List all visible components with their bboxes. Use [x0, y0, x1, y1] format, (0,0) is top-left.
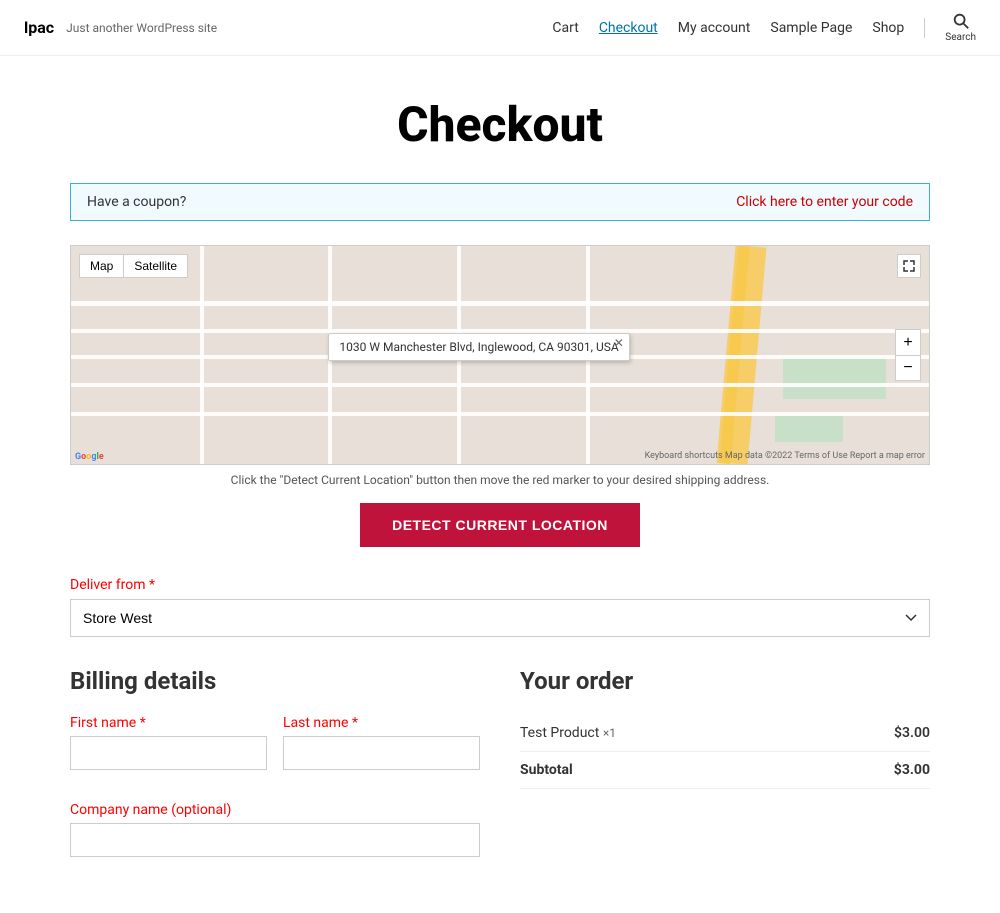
header-left: lpac Just another WordPress site [24, 18, 217, 37]
page-title-area: Checkout [0, 56, 1000, 183]
first-name-group: First name * [70, 715, 267, 770]
main-content: Have a coupon? Click here to enter your … [50, 183, 950, 913]
last-name-group: Last name * [283, 715, 480, 770]
deliver-from-select[interactable]: Store West [70, 599, 930, 637]
order-item-qty: ×1 [603, 726, 616, 740]
first-name-label: First name * [70, 715, 267, 731]
nav-cart[interactable]: Cart [552, 20, 578, 36]
map-tab-satellite[interactable]: Satellite [123, 254, 188, 278]
coupon-link[interactable]: Click here to enter your code [736, 194, 913, 210]
order-table: Test Product ×1 $3.00 Subtotal $3.00 [520, 715, 930, 789]
nav-myaccount[interactable]: My account [678, 20, 751, 36]
billing-section: Billing details First name * Last name * [70, 667, 480, 873]
deliver-from-section: Deliver from * Store West [70, 577, 930, 637]
nav-divider [924, 18, 925, 38]
search-label: Search [945, 32, 976, 43]
coupon-text: Have a coupon? [87, 194, 186, 210]
site-tagline: Just another WordPress site [66, 21, 217, 35]
map-zoom-out[interactable]: − [895, 355, 921, 381]
main-nav: Cart Checkout My account Sample Page Sho… [552, 12, 976, 43]
nav-samplepage[interactable]: Sample Page [770, 20, 852, 36]
coupon-bar: Have a coupon? Click here to enter your … [70, 183, 930, 221]
order-item-name: Test Product ×1 [520, 715, 818, 752]
two-col-layout: Billing details First name * Last name * [70, 667, 930, 873]
company-label: Company name (optional) [70, 802, 480, 818]
subtotal-value: $3.00 [818, 752, 930, 789]
nav-shop[interactable]: Shop [872, 20, 904, 36]
map-zoom-in[interactable]: + [895, 329, 921, 355]
order-section: Your order Test Product ×1 $3.00 Subtota… [520, 667, 930, 873]
billing-title: Billing details [70, 667, 480, 695]
map-footer-text: Keyboard shortcuts Map data ©2022 Terms … [645, 451, 925, 461]
order-subtotal-row: Subtotal $3.00 [520, 752, 930, 789]
search-button[interactable]: Search [945, 12, 976, 43]
page-title: Checkout [0, 96, 1000, 153]
last-name-label: Last name * [283, 715, 480, 731]
map-popup-close[interactable]: ✕ [614, 336, 624, 350]
map-tab-map[interactable]: Map [79, 254, 123, 278]
order-item-row: Test Product ×1 $3.00 [520, 715, 930, 752]
google-logo: Google [75, 451, 104, 462]
map-popup: 1030 W Manchester Blvd, Inglewood, CA 90… [328, 333, 629, 361]
name-row: First name * Last name * [70, 715, 480, 786]
company-group: Company name (optional) [70, 802, 480, 857]
last-name-input[interactable] [283, 736, 480, 770]
detect-location-button[interactable]: DETECT CURRENT LOCATION [360, 503, 640, 547]
map-instruction: Click the "Detect Current Location" butt… [70, 473, 930, 487]
order-item-price: $3.00 [818, 715, 930, 752]
map-zoom-controls: + − [895, 329, 921, 381]
map-popup-address: 1030 W Manchester Blvd, Inglewood, CA 90… [339, 340, 618, 354]
subtotal-label: Subtotal [520, 752, 818, 789]
search-icon [952, 12, 970, 30]
company-input[interactable] [70, 823, 480, 857]
site-header: lpac Just another WordPress site Cart Ch… [0, 0, 1000, 56]
detect-button-wrap: DETECT CURRENT LOCATION [70, 503, 930, 547]
order-title: Your order [520, 667, 930, 695]
map-container[interactable]: Map Satellite 1030 W Manchester Blvd, In… [70, 245, 930, 465]
site-name: lpac [24, 18, 54, 37]
map-tabs: Map Satellite [79, 254, 188, 278]
deliver-from-label: Deliver from * [70, 577, 930, 593]
map-expand-button[interactable] [897, 254, 921, 278]
nav-checkout[interactable]: Checkout [599, 20, 658, 36]
first-name-input[interactable] [70, 736, 267, 770]
